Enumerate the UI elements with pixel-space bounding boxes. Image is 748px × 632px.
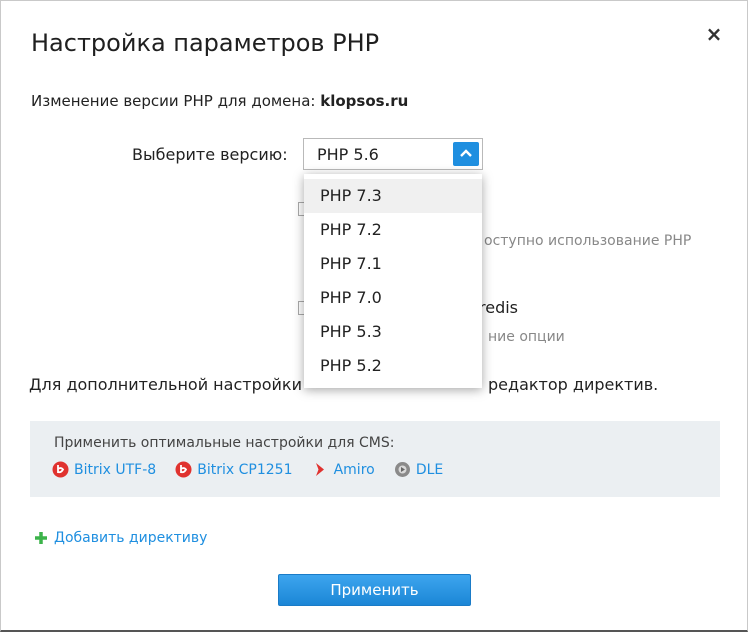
- cms-link-label: Amiro: [333, 461, 375, 478]
- subtitle-text: Изменение версии PHP для домена:: [31, 92, 321, 110]
- domain-name: klopsos.ru: [320, 92, 409, 110]
- option-description-2: ние опции: [488, 329, 565, 345]
- add-directive-label: Добавить директиву: [54, 530, 208, 546]
- cms-link-dle[interactable]: DLE: [394, 461, 443, 478]
- version-option[interactable]: PHP 7.0: [304, 281, 482, 315]
- apply-button[interactable]: Применить: [278, 574, 471, 606]
- domain-subtitle: Изменение версии PHP для домена: klopsos…: [31, 92, 408, 110]
- dle-icon: [394, 462, 410, 477]
- bitrix-icon: [52, 461, 69, 478]
- version-select[interactable]: PHP 5.6: [303, 138, 483, 170]
- cms-link-label: Bitrix UTF-8: [74, 461, 157, 478]
- option-description-1: оступно использование PHP: [484, 233, 692, 249]
- redis-option-label: redis: [479, 298, 519, 317]
- cms-link-label: Bitrix CP1251: [197, 461, 293, 478]
- amiro-icon: [315, 463, 324, 476]
- version-select-label: Выберите версию:: [132, 145, 288, 164]
- cms-link-amiro[interactable]: Amiro: [312, 461, 375, 478]
- cms-link-label: DLE: [415, 461, 444, 478]
- version-option[interactable]: PHP 7.3: [304, 179, 482, 213]
- close-icon[interactable]: ×: [703, 23, 725, 45]
- version-option[interactable]: PHP 5.2: [304, 349, 482, 383]
- cms-link-bitrix-cp1251[interactable]: Bitrix CP1251: [175, 461, 293, 478]
- plus-icon: [35, 532, 47, 544]
- directives-text-end: редактор директив.: [488, 375, 659, 394]
- cms-link-bitrix-utf8[interactable]: Bitrix UTF-8: [52, 461, 156, 478]
- chevron-up-icon[interactable]: [453, 142, 479, 166]
- add-directive-link[interactable]: Добавить директиву: [33, 530, 207, 546]
- version-select-value: PHP 5.6: [317, 145, 379, 164]
- bitrix-icon: [175, 461, 192, 478]
- version-dropdown: PHP 7.3 PHP 7.2 PHP 7.1 PHP 7.0 PHP 5.3 …: [304, 174, 482, 388]
- version-option[interactable]: PHP 7.2: [304, 213, 482, 247]
- directives-text-start: Для дополнительной настройки: [29, 375, 302, 394]
- dialog-title: Настройка параметров PHP: [31, 29, 380, 57]
- php-settings-dialog: Настройка параметров PHP × Изменение вер…: [0, 0, 748, 632]
- version-option[interactable]: PHP 5.3: [304, 315, 482, 349]
- cms-links: Bitrix UTF-8 Bitrix CP1251 Amiro DLE: [52, 461, 457, 481]
- cms-presets-panel: Применить оптимальные настройки для CMS:…: [30, 421, 720, 497]
- cms-presets-title: Применить оптимальные настройки для CMS:: [54, 435, 395, 451]
- version-option[interactable]: PHP 7.1: [304, 247, 482, 281]
